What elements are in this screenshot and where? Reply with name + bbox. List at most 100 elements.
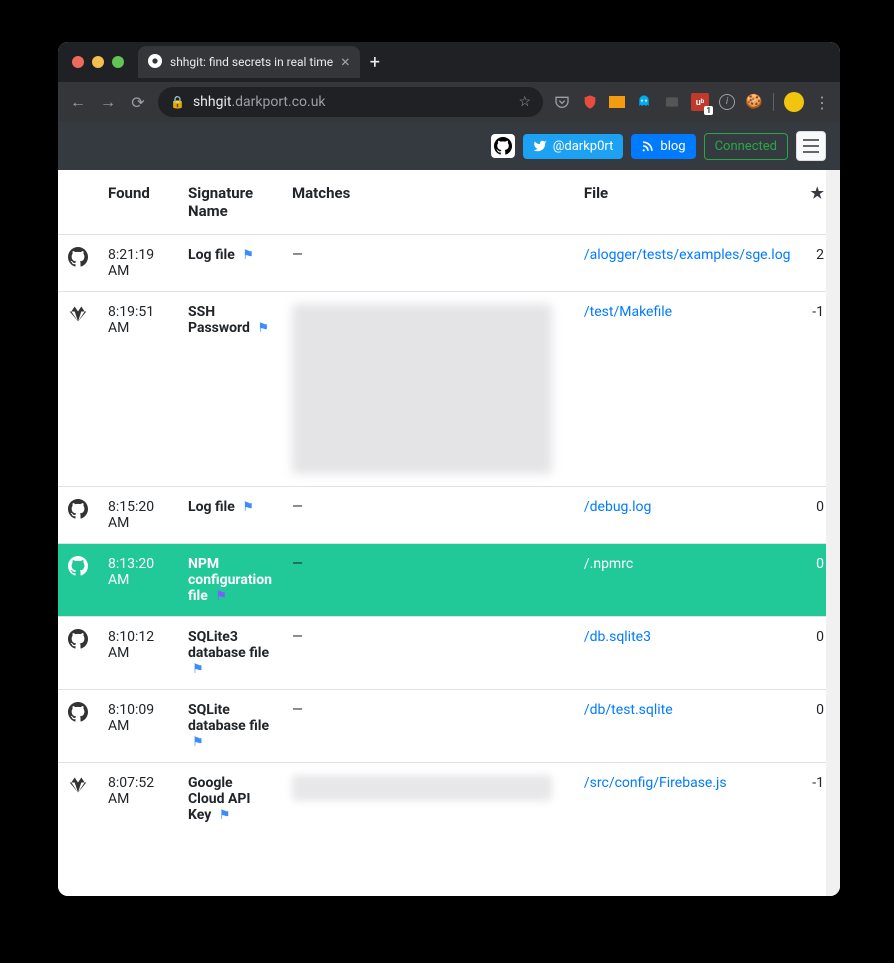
col-signature[interactable]: Signature Name	[178, 170, 282, 235]
back-button[interactable]: ←	[68, 92, 88, 112]
ghostery-extension-icon[interactable]	[635, 93, 653, 111]
star-icon: ★	[811, 184, 824, 202]
github-icon	[68, 637, 88, 653]
found-time: 8:15:20 AM	[108, 499, 154, 531]
col-found[interactable]: Found	[98, 170, 178, 235]
signature-name: SSH Password	[188, 304, 250, 336]
table-row[interactable]: 8:15:20 AMLog file ⚑—/debug.log0	[58, 487, 840, 544]
match-redacted	[292, 775, 552, 801]
signature-name: SQLite3 database file	[188, 629, 269, 661]
window-maximize-button[interactable]	[112, 56, 124, 68]
table-row[interactable]: 8:13:20 AM NPM configuration file ⚑ — /.npm…	[58, 544, 840, 617]
file-link[interactable]: /db/test.sqlite	[584, 702, 673, 718]
pocket-extension-icon[interactable]	[553, 93, 571, 111]
blog-link[interactable]: blog	[631, 134, 695, 159]
table-row[interactable]: 8:10:12 AM SQLite3 database file ⚑ — /db.sq…	[58, 617, 840, 690]
found-time: 8:13:20 AM	[108, 556, 154, 588]
extension-divider	[773, 93, 774, 111]
content-area: Found Signature Name Matches File ★ 8:21…	[58, 170, 840, 896]
twitter-handle: @darkp0rt	[553, 139, 614, 154]
connection-status: Connected	[704, 133, 788, 160]
file-link[interactable]: /test/Makefile	[584, 304, 672, 320]
browser-window: shhgit: find secrets in real time × + ← …	[58, 42, 840, 896]
github-icon	[68, 507, 88, 523]
match-value: —	[292, 629, 303, 645]
dark-extension-icon[interactable]	[663, 93, 681, 111]
found-time: 8:07:52 AM	[108, 775, 154, 807]
match-redacted	[292, 304, 552, 474]
file-link[interactable]: /alogger/tests/examples/sge.log	[584, 247, 791, 263]
github-icon	[68, 564, 88, 580]
signature-name: Log file	[188, 499, 235, 515]
titlebar: shhgit: find secrets in real time × +	[58, 42, 840, 82]
table-row[interactable]: 8:19:51 AM SSH Password ⚑ /test/Makefile -1	[58, 292, 840, 487]
github-icon	[68, 255, 88, 271]
flag-icon[interactable]: ⚑	[242, 248, 254, 263]
github-icon	[68, 710, 88, 726]
browser-toolbar: ← → ⟳ 🔒 shhgit.darkport.co.uk ☆ uᵇ1 i 🍪	[58, 82, 840, 122]
flag-icon[interactable]: ⚑	[192, 662, 204, 677]
extensions: uᵇ1 i 🍪 ⋮	[553, 92, 830, 112]
file-link[interactable]: /.npmrc	[584, 556, 633, 572]
tab-favicon	[148, 54, 162, 71]
match-value: —	[292, 556, 303, 572]
table-row[interactable]: 8:07:52 AMGoogle Cloud API Key ⚑/src/con…	[58, 763, 840, 836]
found-time: 8:10:12 AM	[108, 629, 154, 661]
cookie-extension-icon[interactable]: 🍪	[745, 93, 763, 111]
url-text: shhgit.darkport.co.uk	[193, 94, 326, 110]
table-row[interactable]: 8:10:09 AM SQLite database file ⚑ — /db/tes…	[58, 690, 840, 763]
flag-icon[interactable]: ⚑	[215, 589, 227, 604]
window-minimize-button[interactable]	[92, 56, 104, 68]
shield-extension-icon[interactable]	[581, 93, 599, 111]
file-link[interactable]: /db.sqlite3	[584, 629, 651, 645]
match-value: —	[292, 702, 303, 718]
signature-name: NPM configuration file	[188, 556, 272, 604]
star-count: -1	[812, 304, 824, 320]
file-link[interactable]: /src/config/Firebase.js	[584, 775, 727, 791]
flag-icon[interactable]: ⚑	[242, 500, 254, 515]
avatar-extension-icon[interactable]	[784, 92, 804, 112]
twitter-link[interactable]: @darkp0rt	[523, 134, 624, 159]
blog-label: blog	[660, 139, 685, 154]
menu-button[interactable]	[796, 131, 826, 161]
flag-icon[interactable]: ⚑	[192, 735, 204, 750]
scrollbar[interactable]	[826, 170, 840, 896]
new-tab-button[interactable]: +	[370, 52, 380, 73]
browser-menu-button[interactable]: ⋮	[814, 93, 830, 112]
col-file[interactable]: File	[574, 170, 801, 235]
app-header: @darkp0rt blog Connected	[58, 122, 840, 170]
star-count: -1	[812, 775, 824, 791]
col-matches[interactable]: Matches	[282, 170, 574, 235]
tab-close-button[interactable]: ×	[341, 54, 350, 70]
star-count: 0	[816, 702, 824, 718]
lock-icon: 🔒	[170, 95, 185, 109]
reload-button[interactable]: ⟳	[128, 93, 148, 112]
ublock-extension-icon[interactable]: uᵇ1	[691, 93, 709, 111]
results-table: Found Signature Name Matches File ★ 8:21…	[58, 170, 840, 835]
forward-button[interactable]: →	[98, 92, 118, 112]
mail-extension-icon[interactable]	[609, 96, 625, 108]
star-count: 0	[816, 629, 824, 645]
star-count: 2	[816, 247, 824, 263]
table-row[interactable]: 8:21:19 AM Log file ⚑ — /alogger/tests/exam…	[58, 235, 840, 292]
url-bar[interactable]: 🔒 shhgit.darkport.co.uk ☆	[158, 87, 543, 117]
found-time: 8:21:19 AM	[108, 247, 154, 279]
gitlab-icon	[68, 312, 88, 328]
traffic-lights	[72, 56, 124, 68]
match-value: —	[292, 247, 303, 263]
file-link[interactable]: /debug.log	[584, 499, 651, 515]
star-count: 0	[816, 499, 824, 515]
signature-name: SQLite database file	[188, 702, 269, 734]
flag-icon[interactable]: ⚑	[219, 808, 231, 823]
window-close-button[interactable]	[72, 56, 84, 68]
info-extension-icon[interactable]: i	[719, 94, 735, 110]
flag-icon[interactable]: ⚑	[257, 321, 269, 336]
found-time: 8:19:51 AM	[108, 304, 154, 336]
github-link[interactable]	[491, 134, 515, 158]
tab-title: shhgit: find secrets in real time	[170, 55, 333, 69]
signature-name: Log file	[188, 247, 235, 263]
bookmark-star-icon[interactable]: ☆	[518, 94, 531, 110]
browser-tab[interactable]: shhgit: find secrets in real time ×	[138, 46, 360, 78]
gitlab-icon	[68, 783, 88, 799]
found-time: 8:10:09 AM	[108, 702, 154, 734]
